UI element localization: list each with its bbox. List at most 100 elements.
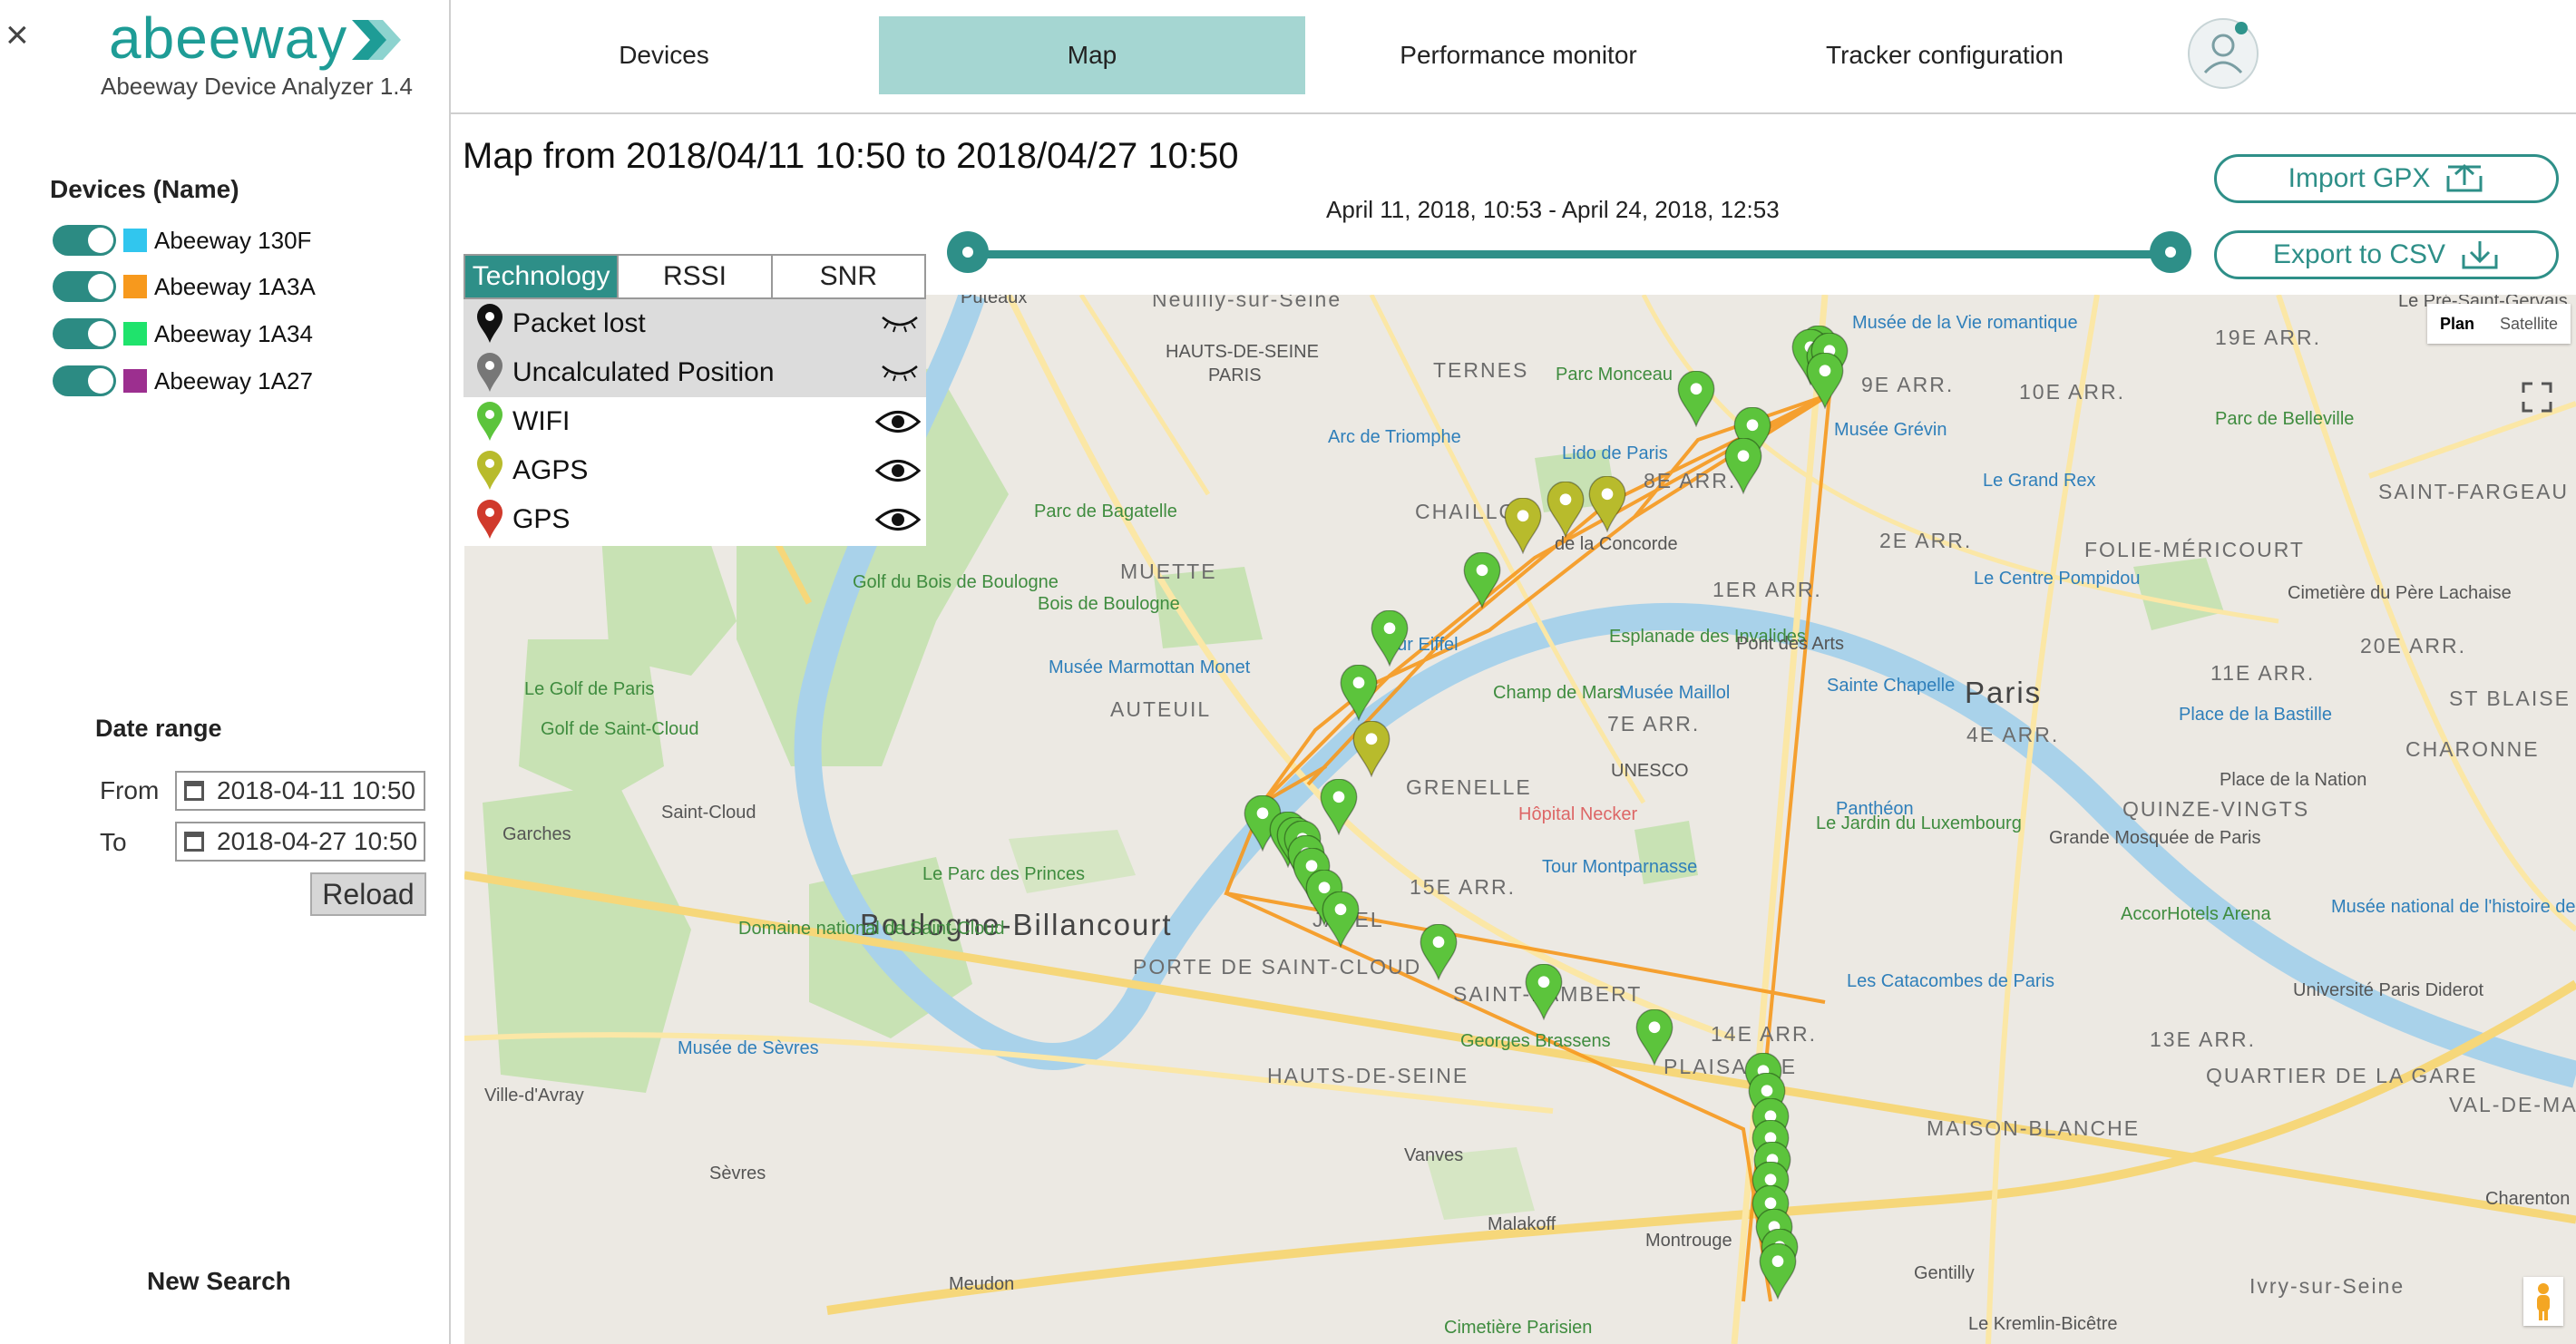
tab-devices[interactable]: Devices: [451, 16, 877, 94]
position-marker-icon[interactable]: [1676, 371, 1716, 427]
map-label: 7E ARR.: [1607, 712, 1701, 735]
position-marker-icon[interactable]: [1587, 476, 1627, 532]
map-label: Le Jardin du Luxembourg: [1816, 813, 2022, 833]
to-date-value: 2018-04-27 10:50: [217, 827, 418, 855]
eye-icon[interactable]: [875, 457, 921, 484]
map-label: AUTEUIL: [1110, 697, 1212, 721]
map-label: Le Golf de Paris: [524, 679, 655, 699]
tab-rssi[interactable]: RSSI: [619, 256, 773, 297]
map-label: Arc de Triomphe: [1328, 427, 1461, 447]
to-date-field[interactable]: 2018-04-27 10:50: [175, 822, 425, 862]
app-version: Abeeway Device Analyzer 1.4: [101, 73, 413, 100]
position-marker-icon[interactable]: [1805, 353, 1845, 409]
map-label: Musée de Sèvres: [678, 1038, 819, 1058]
map-label: ST BLAISE: [2449, 687, 2571, 710]
legend-item-packet-lost[interactable]: Packet lost: [463, 299, 926, 348]
eye-closed-icon[interactable]: [879, 359, 921, 385]
close-icon[interactable]: ×: [5, 13, 29, 58]
map-label: 10E ARR.: [2019, 380, 2125, 404]
device-toggle[interactable]: [53, 318, 116, 349]
device-toggle[interactable]: [53, 225, 116, 256]
map-label: Meudon: [949, 1274, 1015, 1294]
map-label: Le Parc des Princes: [922, 864, 1085, 884]
position-marker-icon[interactable]: [1370, 610, 1410, 667]
map-label: CHARONNE: [2405, 737, 2540, 761]
tab-map[interactable]: Map: [879, 16, 1305, 94]
map-label: Montrouge: [1645, 1231, 1732, 1251]
map-label: Sainte Chapelle: [1827, 676, 1956, 696]
map-label: SAINT-FARGEAU: [2378, 480, 2570, 503]
tab-tracker-configuration[interactable]: Tracker configuration: [1732, 16, 2158, 94]
export-csv-button[interactable]: Export to CSV: [2214, 230, 2559, 279]
new-search-button[interactable]: New Search: [147, 1267, 291, 1296]
map-label: Cimetière Parisien: [1444, 1318, 1593, 1338]
legend-label: Uncalculated Position: [512, 357, 775, 387]
device-color-swatch: [123, 275, 147, 298]
map-label: GRENELLE: [1406, 775, 1532, 799]
map-type-satellite-button[interactable]: Satellite: [2487, 304, 2571, 344]
position-marker-icon[interactable]: [1758, 1243, 1798, 1300]
map-label: Vanves: [1404, 1145, 1464, 1165]
position-marker-icon[interactable]: [1524, 964, 1564, 1020]
map-label: Le Centre Pompidou: [1974, 569, 2141, 589]
eye-icon[interactable]: [875, 408, 921, 435]
map-label: AccorHotels Arena: [2121, 904, 2271, 924]
map-label: 14E ARR.: [1711, 1022, 1817, 1046]
map-label: Musée Maillol: [1619, 683, 1731, 703]
legend-item-wifi[interactable]: WIFI: [463, 397, 926, 446]
street-view-pegman-icon[interactable]: [2523, 1277, 2563, 1326]
map-label: Gentilly: [1914, 1263, 1975, 1283]
black-marker-icon: [477, 304, 503, 343]
tab-performance-monitor[interactable]: Performance monitor: [1305, 16, 1732, 94]
slider-end-handle[interactable]: [2150, 231, 2191, 273]
map-label: PORTE DE SAINT-CLOUD: [1133, 955, 1422, 979]
map-label: QUARTIER DE LA GARE: [2206, 1064, 2478, 1087]
map-label: Charenton: [2485, 1189, 2571, 1209]
position-marker-icon[interactable]: [1339, 665, 1379, 721]
map-label: Georges Brassens: [1460, 1031, 1611, 1051]
to-label: To: [100, 828, 127, 856]
eye-icon[interactable]: [875, 506, 921, 533]
position-marker-icon[interactable]: [1723, 438, 1763, 494]
legend-tabs: Technology RSSI SNR: [463, 254, 926, 299]
map-label: Le Grand Rex: [1983, 471, 2096, 491]
map-label: Parc de Belleville: [2215, 409, 2355, 429]
tab-snr[interactable]: SNR: [773, 256, 924, 297]
device-toggle[interactable]: [53, 271, 116, 302]
position-marker-icon[interactable]: [1546, 482, 1586, 538]
fullscreen-icon[interactable]: [2522, 382, 2552, 413]
slider-start-handle[interactable]: [947, 231, 989, 273]
position-marker-icon[interactable]: [1503, 498, 1543, 554]
map-label: 19E ARR.: [2215, 326, 2321, 349]
green-marker-icon: [477, 402, 503, 441]
map-label: MUETTE: [1120, 560, 1217, 583]
map-label: FOLIE-MÉRICOURT: [2084, 538, 2305, 561]
position-marker-icon[interactable]: [1319, 779, 1359, 835]
position-marker-icon[interactable]: [1321, 891, 1361, 948]
position-marker-icon[interactable]: [1351, 721, 1391, 777]
device-toggle[interactable]: [53, 365, 116, 396]
device-item: Abeeway 1A34: [53, 316, 313, 352]
position-marker-icon[interactable]: [1462, 552, 1502, 609]
map-label: Musée de la Vie romantique: [1852, 313, 2078, 333]
upload-icon: [2446, 163, 2483, 192]
device-color-swatch: [123, 229, 147, 252]
legend-item-agps[interactable]: AGPS: [463, 446, 926, 495]
from-date-field[interactable]: 2018-04-11 10:50: [175, 771, 425, 811]
legend-item-gps[interactable]: GPS: [463, 495, 926, 544]
map-label: 13E ARR.: [2150, 1027, 2256, 1051]
calendar-icon: [184, 781, 204, 801]
position-marker-icon[interactable]: [1419, 924, 1459, 980]
abeeway-logo: abeeway: [109, 9, 401, 67]
map-type-plan-button[interactable]: Plan: [2427, 304, 2487, 344]
user-avatar-icon[interactable]: [2188, 18, 2259, 89]
time-slider-track[interactable]: [967, 250, 2170, 258]
import-gpx-button[interactable]: Import GPX: [2214, 154, 2559, 203]
tab-technology[interactable]: Technology: [465, 256, 620, 297]
legend-item-uncalculated-position[interactable]: Uncalculated Position: [463, 348, 926, 397]
download-icon: [2462, 241, 2498, 269]
eye-closed-icon[interactable]: [879, 310, 921, 336]
position-marker-icon[interactable]: [1634, 1009, 1674, 1066]
device-item: Abeeway 130F: [53, 222, 311, 258]
reload-button[interactable]: Reload: [310, 872, 426, 916]
